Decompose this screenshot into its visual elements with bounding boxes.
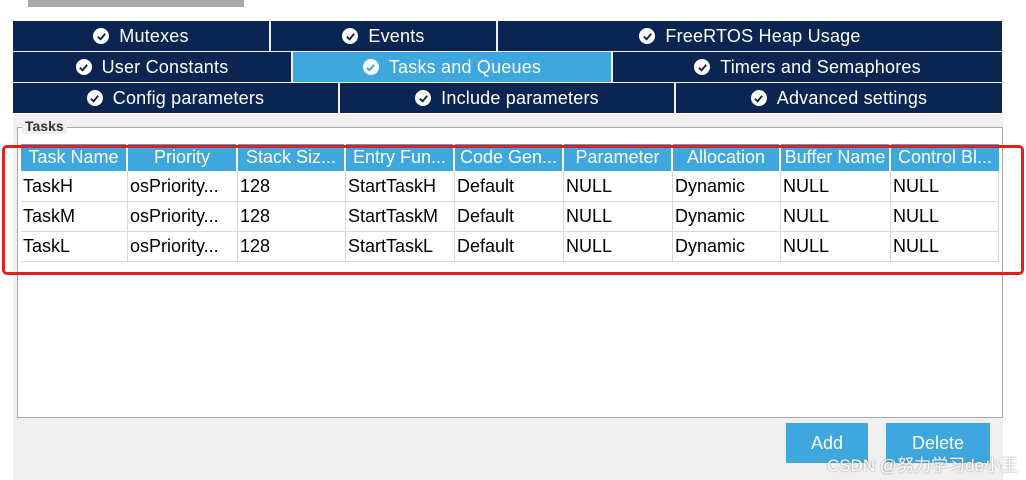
tab-label: Events [368, 25, 425, 46]
check-icon [415, 90, 432, 106]
check-icon [86, 90, 103, 106]
tab-label: Tasks and Queues [388, 56, 542, 77]
tab-mutexes[interactable]: Mutexes [13, 21, 271, 51]
check-icon [694, 59, 711, 75]
tab-user-constants[interactable]: User Constants [13, 52, 293, 82]
check-icon [342, 28, 359, 44]
check-icon [362, 59, 379, 75]
tab-label: FreeRTOS Heap Usage [665, 25, 861, 46]
tab-events[interactable]: Events [271, 21, 498, 51]
check-icon [750, 90, 767, 106]
tab-advanced-settings[interactable]: Advanced settings [676, 83, 1002, 113]
tasks-group-legend: Tasks [22, 118, 67, 134]
watermark: CSDN @努力学习de小王 [826, 456, 1018, 475]
check-icon [75, 59, 92, 75]
tab-label: Advanced settings [776, 87, 928, 108]
check-icon [93, 28, 110, 44]
tab-row-1: Mutexes Events FreeRTOS Heap Usage [13, 21, 1002, 51]
annotation-highlight-box [2, 145, 1024, 275]
tab-freertos-heap-usage[interactable]: FreeRTOS Heap Usage [498, 21, 1002, 51]
top-scroll-indicator [28, 0, 244, 7]
tab-label: Config parameters [112, 87, 265, 108]
tab-label: Timers and Semaphores [720, 56, 921, 77]
tab-config-parameters[interactable]: Config parameters [13, 83, 340, 113]
tab-tasks-and-queues[interactable]: Tasks and Queues [293, 52, 613, 82]
tab-include-parameters[interactable]: Include parameters [340, 83, 676, 113]
tab-timers-and-semaphores[interactable]: Timers and Semaphores [613, 52, 1002, 82]
tab-label: Include parameters [441, 87, 599, 108]
check-icon [639, 28, 656, 44]
tab-label: User Constants [101, 56, 229, 77]
tab-label: Mutexes [119, 25, 189, 46]
tab-row-3: Config parameters Include parameters Adv… [13, 83, 1002, 113]
tab-row-2: User Constants Tasks and Queues Timers a… [13, 52, 1002, 82]
config-tabs: Mutexes Events FreeRTOS Heap Usage User … [13, 21, 1002, 113]
